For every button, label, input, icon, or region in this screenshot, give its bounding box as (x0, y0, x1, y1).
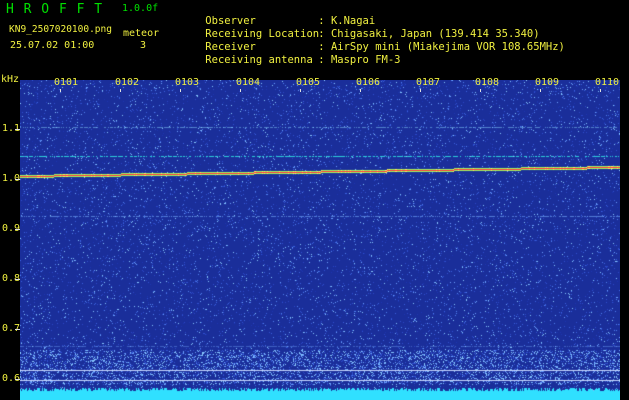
app-title: H R O F F T (6, 2, 104, 17)
info-value: Maspro FM-3 (330, 53, 401, 66)
time-tick (60, 89, 61, 92)
spectrogram-noise (20, 80, 620, 400)
time-label: 0101 (54, 77, 79, 88)
time-tick (180, 89, 181, 92)
time-label: 0102 (115, 77, 140, 88)
time-label: 0106 (356, 77, 381, 88)
time-label: 0103 (175, 77, 200, 88)
time-label: 0105 (296, 77, 321, 88)
time-label: 0107 (416, 77, 441, 88)
info-antenna: Receiving antenna: Maspro FM-3 (180, 44, 401, 76)
axis-unit: kHz (1, 74, 20, 85)
spectrogram-plot (20, 80, 620, 400)
time-label: 0110 (595, 77, 620, 88)
time-tick (120, 89, 121, 92)
file-name: KN9_2507020100.png (9, 24, 112, 35)
time-tick (300, 89, 301, 92)
header-panel: H R O F F T 1.0.0f KN9_2507020100.png me… (0, 0, 629, 72)
time-tick (420, 89, 421, 92)
time-label: 0108 (475, 77, 500, 88)
info-label: Receiving antenna (205, 53, 313, 66)
time-tick (360, 89, 361, 92)
time-label: 0104 (236, 77, 261, 88)
time-tick (600, 89, 601, 92)
time-tick (540, 89, 541, 92)
time-label: 0109 (535, 77, 560, 88)
meteor-label: meteor (123, 28, 160, 39)
info-sep: : (318, 53, 331, 66)
time-tick (240, 89, 241, 92)
app-version: 1.0.0f (122, 3, 159, 14)
meteor-count: 3 (140, 40, 147, 51)
time-tick (480, 89, 481, 92)
date-time: 25.07.02 01:00 (10, 40, 95, 51)
